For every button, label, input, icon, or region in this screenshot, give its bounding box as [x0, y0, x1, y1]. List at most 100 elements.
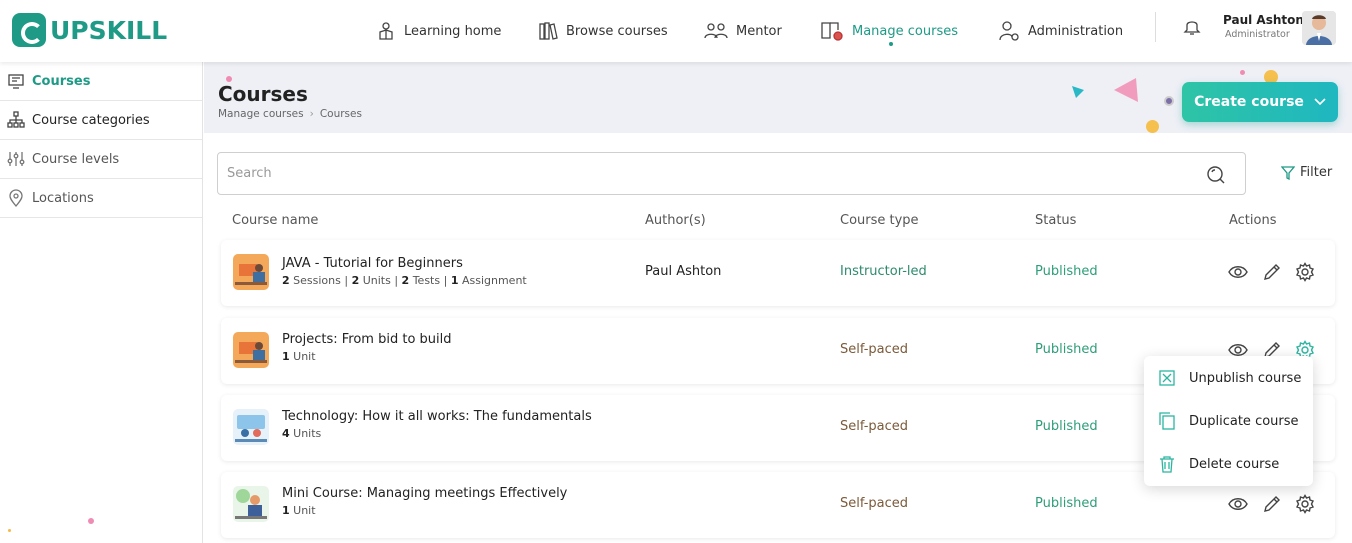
books-icon [539, 22, 558, 40]
course-thumbnail [233, 254, 269, 290]
avatar-photo [1302, 11, 1336, 45]
filter-icon [1281, 165, 1295, 180]
breadcrumb-separator: › [309, 108, 314, 120]
nav-browse-courses[interactable]: Browse courses [538, 0, 668, 62]
user-name: Paul Ashton [1223, 13, 1304, 27]
menu-item-delete-course[interactable]: Delete course [1158, 452, 1279, 476]
settings-gear-icon[interactable] [1295, 262, 1315, 282]
search-input[interactable] [218, 153, 1178, 194]
sidebar-item-label: Course categories [32, 112, 150, 128]
nav-manage-courses[interactable]: Manage courses [820, 0, 958, 62]
breadcrumb: Manage courses › Courses [218, 108, 362, 120]
confetti-dot [88, 518, 94, 524]
column-header-actions: Actions [1229, 213, 1277, 228]
confetti-dot [226, 76, 232, 82]
course-actions-menu: Unpublish course Duplicate course Delete… [1144, 356, 1313, 486]
column-header-course-type[interactable]: Course type [840, 213, 919, 228]
status-badge: Published [1035, 264, 1098, 279]
nav-learning-home[interactable]: Learning home [376, 0, 501, 62]
course-title[interactable]: JAVA - Tutorial for Beginners [282, 256, 463, 271]
hierarchy-icon [7, 111, 25, 128]
settings-gear-icon[interactable] [1295, 494, 1315, 514]
unpublish-icon [1159, 370, 1175, 386]
course-type: Self-paced [840, 496, 909, 511]
brand-name: UPSKILL [50, 15, 168, 45]
page-title: Courses [218, 82, 308, 106]
monitor-icon [8, 74, 24, 89]
status-badge: Published [1035, 419, 1098, 434]
edit-pencil-icon[interactable] [1262, 494, 1282, 514]
nav-label: Manage courses [852, 23, 958, 39]
nav-label: Browse courses [566, 23, 668, 39]
course-meta: 1 Unit [282, 350, 316, 363]
view-eye-icon[interactable] [1228, 262, 1248, 282]
confetti-triangle [1114, 78, 1138, 102]
course-author: Paul Ashton [645, 264, 722, 279]
nav-label: Administration [1028, 23, 1124, 39]
nav-administration[interactable]: Administration [998, 0, 1123, 62]
menu-item-label: Delete course [1189, 456, 1280, 472]
search-icon[interactable] [1206, 165, 1225, 184]
sidebar-item-label: Courses [32, 73, 91, 89]
column-header-course-name[interactable]: Course name [232, 213, 318, 228]
sliders-icon [7, 152, 25, 166]
course-meta: 4 Units [282, 427, 322, 440]
course-title[interactable]: Mini Course: Managing meetings Effective… [282, 486, 567, 501]
column-header-authors[interactable]: Author(s) [645, 213, 706, 228]
confetti-triangle [1072, 86, 1084, 98]
status-badge: Published [1035, 496, 1098, 511]
create-course-button[interactable]: Create course [1182, 82, 1338, 122]
confetti-dot [1146, 120, 1159, 133]
menu-item-unpublish-course[interactable]: Unpublish course [1158, 366, 1301, 390]
table-row[interactable]: JAVA - Tutorial for Beginners 2 Sessions… [221, 240, 1335, 306]
duplicate-icon [1159, 412, 1175, 430]
course-type: Instructor-led [840, 264, 927, 279]
status-badge: Published [1035, 342, 1098, 357]
course-thumbnail [233, 409, 269, 445]
sidebar-item-course-categories[interactable]: Course categories [0, 101, 202, 140]
active-indicator [889, 42, 893, 46]
nav-label: Mentor [736, 23, 782, 39]
admin-user-gear-icon [999, 21, 1019, 41]
trash-icon [1160, 456, 1174, 473]
learning-home-icon [379, 22, 393, 40]
chevron-down-icon [1314, 98, 1326, 106]
filter-label: Filter [1300, 165, 1333, 180]
bell-icon[interactable] [1182, 16, 1202, 36]
edit-pencil-icon[interactable] [1262, 262, 1282, 282]
filter-button[interactable]: Filter [1281, 165, 1332, 180]
avatar[interactable] [1302, 11, 1336, 45]
breadcrumb-item-manage-courses[interactable]: Manage courses [218, 108, 304, 120]
menu-item-label: Unpublish course [1189, 370, 1302, 386]
sidebar: Courses Course categories Course levels … [0, 62, 203, 543]
sidebar-item-label: Course levels [32, 151, 120, 167]
confetti-dot [1240, 70, 1245, 75]
create-course-label: Create course [1194, 94, 1304, 110]
column-header-status[interactable]: Status [1035, 213, 1076, 228]
upskill-logo[interactable]: UPSKILL [12, 12, 167, 48]
confetti-dot [8, 529, 11, 532]
user-role: Administrator [1225, 29, 1290, 40]
course-title[interactable]: Projects: From bid to build [282, 332, 452, 347]
top-bar: UPSKILL Learning home Browse courses Men… [0, 0, 1352, 62]
sidebar-item-course-levels[interactable]: Course levels [0, 140, 202, 179]
course-meta: 1 Unit [282, 504, 316, 517]
sidebar-item-courses[interactable]: Courses [0, 62, 202, 101]
view-eye-icon[interactable] [1228, 494, 1248, 514]
menu-item-duplicate-course[interactable]: Duplicate course [1158, 409, 1299, 433]
menu-item-label: Duplicate course [1189, 413, 1299, 429]
nav-mentor[interactable]: Mentor [704, 0, 782, 62]
nav-label: Learning home [404, 23, 502, 39]
course-type: Self-paced [840, 342, 909, 357]
location-pin-icon [9, 189, 23, 207]
manage-courses-icon [821, 22, 843, 41]
divider [1155, 12, 1156, 42]
mentor-icon [704, 23, 728, 39]
course-title[interactable]: Technology: How it all works: The fundam… [282, 409, 592, 424]
breadcrumb-item-courses: Courses [319, 108, 362, 120]
course-meta: 2 Sessions | 2 Units | 2 Tests | 1 Assig… [282, 274, 527, 287]
search-box [217, 152, 1246, 195]
sidebar-item-label: Locations [32, 190, 94, 206]
page-header: Courses Manage courses › Courses Create … [204, 62, 1352, 133]
sidebar-item-locations[interactable]: Locations [0, 179, 202, 218]
